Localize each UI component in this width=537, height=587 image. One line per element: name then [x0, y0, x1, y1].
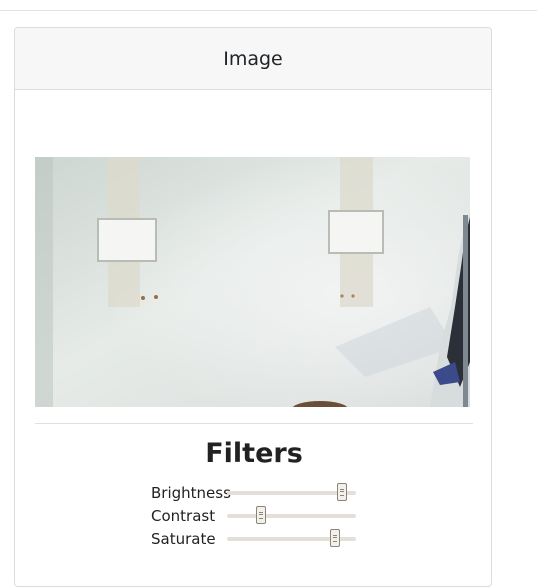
contrast-label: Contrast: [151, 507, 216, 525]
filters-heading: Filters: [205, 438, 303, 469]
card-header: Image: [15, 28, 491, 90]
section-divider: [35, 423, 473, 424]
saturate-slider[interactable]: [227, 529, 356, 547]
image-card: Image Filters Brightness Contrast Satura…: [14, 27, 492, 587]
brightness-slider-handle[interactable]: [336, 483, 347, 501]
brightness-row: Brightness: [151, 482, 371, 504]
saturate-row: Saturate: [151, 528, 371, 550]
brightness-label: Brightness: [151, 484, 231, 502]
contrast-slider[interactable]: [227, 506, 356, 524]
contrast-slider-handle[interactable]: [255, 506, 266, 524]
saturate-label: Saturate: [151, 530, 216, 548]
card-title: Image: [223, 47, 283, 70]
contrast-row: Contrast: [151, 505, 371, 527]
saturate-slider-handle[interactable]: [330, 529, 341, 547]
brightness-slider[interactable]: [227, 483, 356, 501]
camera-image: [35, 157, 470, 407]
top-divider: [0, 10, 537, 11]
